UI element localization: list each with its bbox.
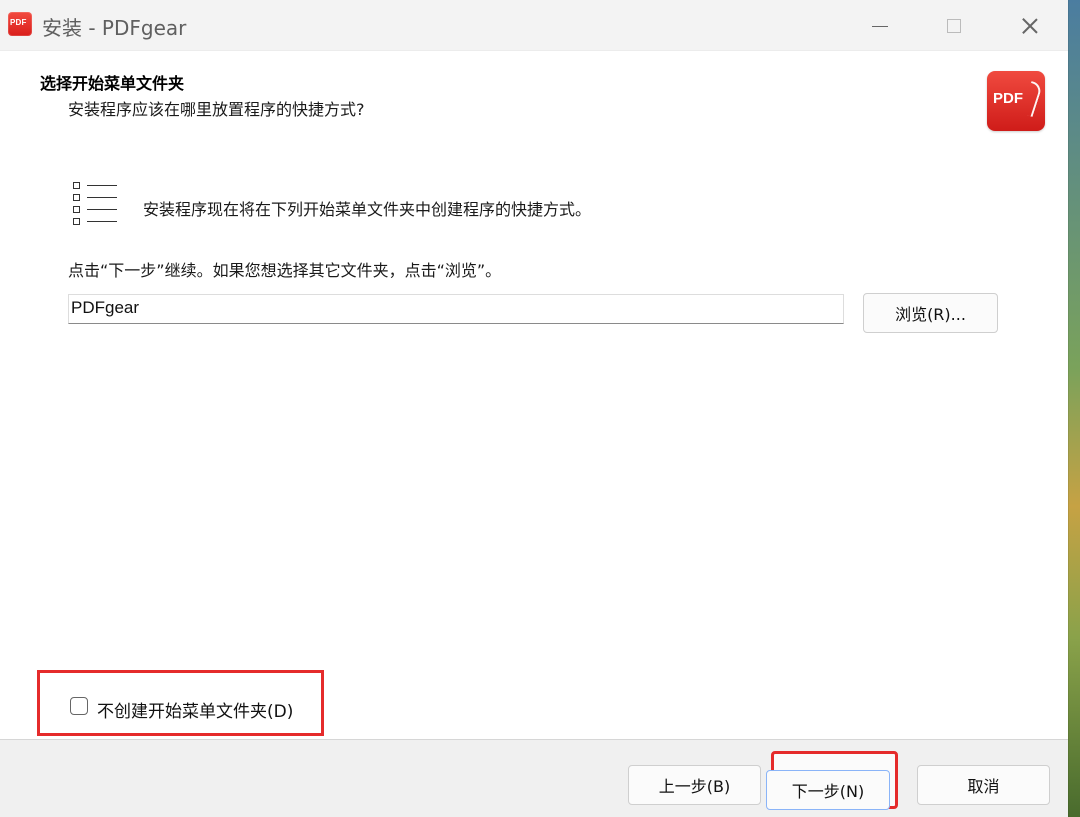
start-menu-folder-input[interactable]: PDFgear	[68, 294, 844, 324]
pdfgear-logo: PDF	[987, 71, 1045, 131]
close-button[interactable]	[1000, 6, 1060, 46]
list-row-icon	[73, 218, 117, 228]
next-button[interactable]: 下一步(N)	[766, 770, 890, 810]
browse-button[interactable]: 浏览(R)...	[863, 293, 998, 333]
back-button[interactable]: 上一步(B)	[628, 765, 761, 805]
list-row-icon	[73, 182, 117, 192]
wizard-footer: 上一步(B) 下一步(N) 取消	[0, 739, 1068, 817]
minimize-button[interactable]	[850, 6, 910, 46]
page-subtitle: 安装程序应该在哪里放置程序的快捷方式?	[68, 100, 365, 119]
installer-window: PDF 安装 - PDFgear 选择开始菜单文件夹 安装程序应该在哪里放置程序…	[0, 0, 1068, 817]
no-start-menu-checkbox[interactable]	[70, 697, 88, 715]
cancel-button[interactable]: 取消	[917, 765, 1050, 805]
no-start-menu-label: 不创建开始菜单文件夹(D)	[97, 702, 294, 722]
list-row-icon	[73, 194, 117, 204]
page-title: 选择开始菜单文件夹	[40, 74, 185, 93]
no-start-menu-option-highlight: 不创建开始菜单文件夹(D)	[37, 670, 324, 736]
maximize-button[interactable]	[924, 6, 984, 46]
app-icon: PDF	[8, 12, 32, 36]
wizard-header: 选择开始菜单文件夹 安装程序应该在哪里放置程序的快捷方式? PDF	[0, 51, 1068, 143]
close-icon	[1021, 17, 1039, 35]
desktop-background	[1068, 0, 1080, 817]
title-bar: PDF 安装 - PDFgear	[0, 0, 1068, 51]
list-row-icon	[73, 206, 117, 216]
list-icon	[73, 182, 117, 230]
instruction-text: 点击“下一步”继续。如果您想选择其它文件夹，点击“浏览”。	[68, 261, 502, 280]
window-title: 安装 - PDFgear	[42, 16, 187, 40]
description-text: 安装程序现在将在下列开始菜单文件夹中创建程序的快捷方式。	[143, 200, 592, 219]
logo-text: PDF	[993, 90, 1023, 107]
app-icon-text: PDF	[10, 18, 27, 27]
minimize-icon	[872, 25, 888, 27]
maximize-icon	[947, 19, 961, 33]
next-button-highlight: 下一步(N)	[766, 751, 898, 810]
logo-swirl-icon	[1021, 80, 1043, 118]
